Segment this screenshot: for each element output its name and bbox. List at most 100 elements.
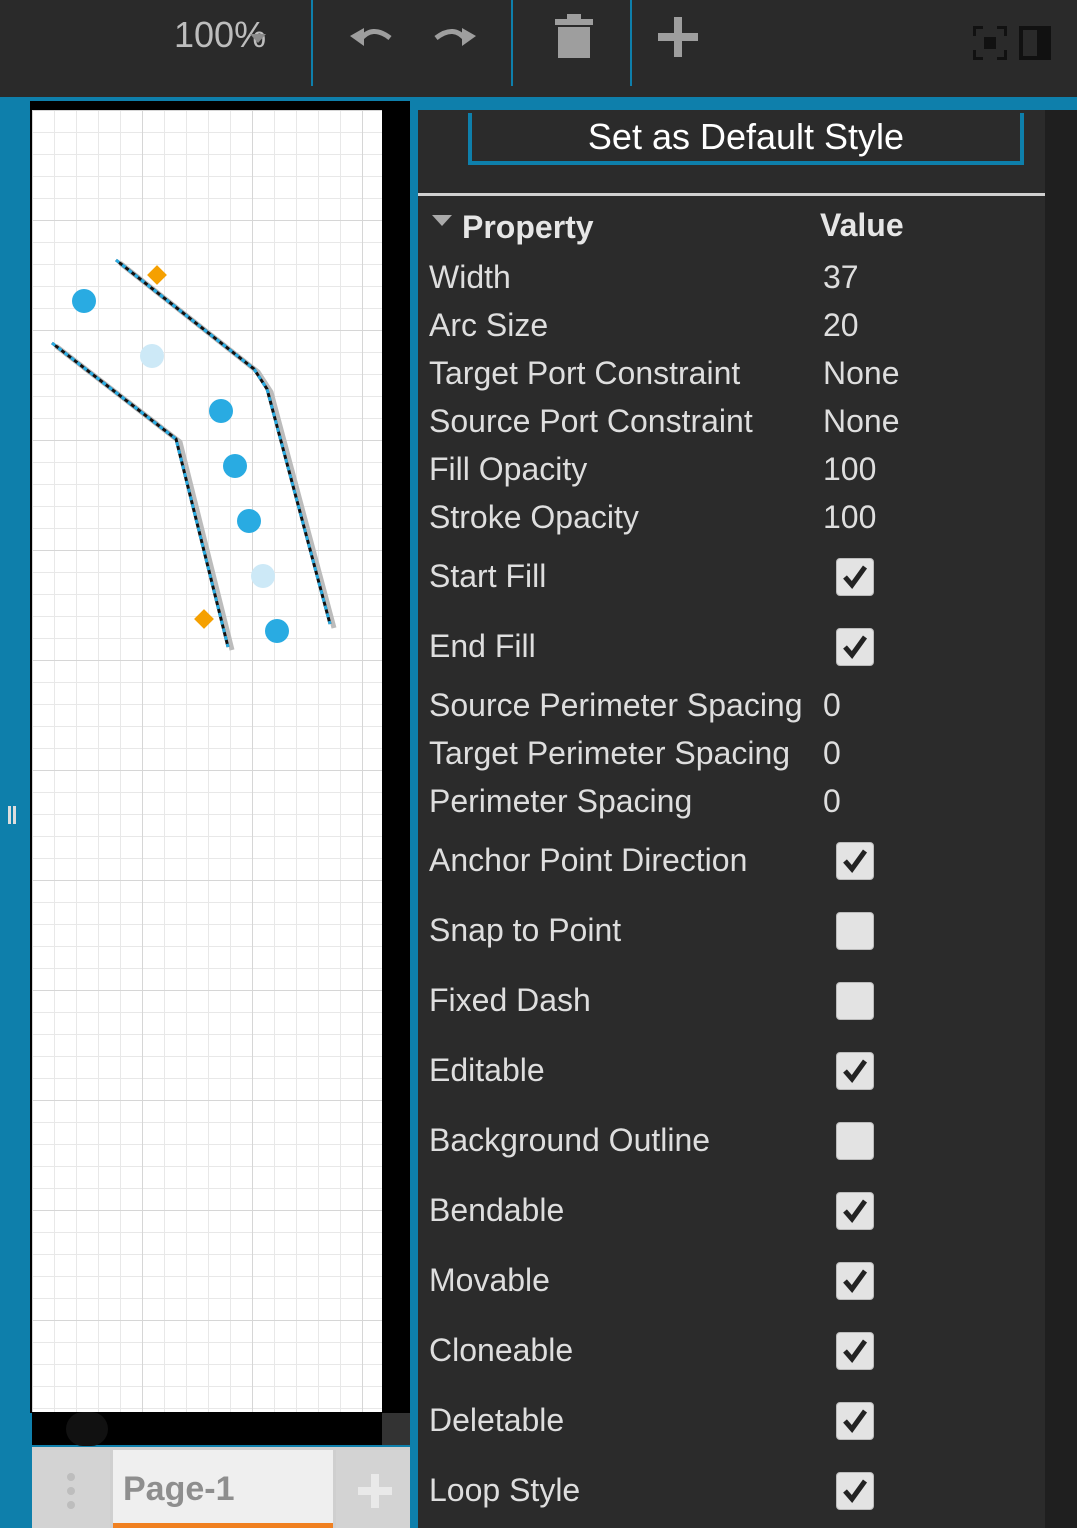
set-default-style-button[interactable]: Set as Default Style bbox=[468, 113, 1024, 165]
value-column-header[interactable]: Value bbox=[820, 207, 904, 244]
checkmark-icon bbox=[843, 1059, 868, 1084]
tab-label: Page-1 bbox=[123, 1470, 235, 1508]
edge-bend-handle[interactable] bbox=[265, 619, 289, 643]
property-value[interactable]: 0 bbox=[823, 735, 841, 772]
toolbar: 100% bbox=[0, 0, 1077, 97]
property-row: Stroke Opacity 100 bbox=[429, 499, 1039, 539]
property-value[interactable]: 0 bbox=[823, 783, 841, 820]
panel-top-border bbox=[418, 97, 1077, 110]
property-label: Target Port Constraint bbox=[429, 355, 741, 391]
zoom-dropdown-icon[interactable] bbox=[250, 34, 266, 43]
selected-edges[interactable] bbox=[32, 110, 382, 1412]
property-label: Snap to Point bbox=[429, 912, 622, 948]
property-label: Deletable bbox=[429, 1402, 565, 1438]
collapse-caret-icon[interactable] bbox=[432, 215, 452, 226]
panel-toggle-icon[interactable] bbox=[1019, 26, 1051, 60]
panel-divider bbox=[418, 193, 1045, 196]
panel-scroll-track[interactable] bbox=[1045, 110, 1077, 1528]
checkmark-icon bbox=[843, 635, 868, 660]
property-checkbox[interactable] bbox=[836, 628, 874, 666]
property-label: Fixed Dash bbox=[429, 982, 591, 1018]
horizontal-scroll-thumb[interactable] bbox=[66, 1412, 108, 1446]
scroll-corner bbox=[382, 1413, 410, 1445]
property-label: Arc Size bbox=[429, 307, 549, 343]
property-label: Source Port Constraint bbox=[429, 403, 753, 439]
vertical-scrollbar[interactable] bbox=[382, 101, 410, 1413]
property-checkbox[interactable] bbox=[836, 558, 874, 596]
edge-virtual-handle[interactable] bbox=[140, 344, 164, 368]
toolbar-divider bbox=[311, 0, 313, 86]
property-value[interactable]: 0 bbox=[823, 687, 841, 724]
checkmark-icon bbox=[843, 1479, 868, 1504]
tab-page-1[interactable]: Page-1 bbox=[113, 1450, 333, 1528]
property-value[interactable]: 100 bbox=[823, 499, 876, 536]
toolbar-divider bbox=[630, 0, 632, 86]
edge-bend-handle[interactable] bbox=[72, 289, 96, 313]
property-value[interactable]: None bbox=[823, 355, 900, 392]
edge-line[interactable] bbox=[115, 258, 332, 625]
checkmark-icon bbox=[843, 565, 868, 590]
property-row: End Fill bbox=[429, 628, 1039, 668]
edge-bend-handle[interactable] bbox=[209, 399, 233, 423]
property-row: Fill Opacity 100 bbox=[429, 451, 1039, 491]
property-checkbox[interactable] bbox=[836, 842, 874, 880]
property-row: Snap to Point bbox=[429, 912, 1039, 952]
property-checkbox[interactable] bbox=[836, 1052, 874, 1090]
property-value[interactable]: None bbox=[823, 403, 900, 440]
property-label: Cloneable bbox=[429, 1332, 574, 1368]
property-row: Target Port Constraint None bbox=[429, 355, 1039, 395]
edge-line[interactable] bbox=[51, 341, 230, 648]
property-value[interactable]: 20 bbox=[823, 307, 859, 344]
property-row: Target Perimeter Spacing 0 bbox=[429, 735, 1039, 775]
checkmark-icon bbox=[843, 1409, 868, 1434]
property-column-header[interactable]: Property bbox=[462, 209, 594, 246]
diagram-canvas[interactable] bbox=[32, 110, 382, 1412]
property-checkbox[interactable] bbox=[836, 1332, 874, 1370]
more-vertical-icon bbox=[67, 1473, 75, 1509]
edge-endpoint-handle[interactable] bbox=[147, 265, 167, 285]
property-row: Bendable bbox=[429, 1192, 1039, 1232]
undo-icon[interactable] bbox=[348, 22, 396, 52]
property-row: Source Perimeter Spacing 0 bbox=[429, 687, 1039, 727]
property-label: Bendable bbox=[429, 1192, 565, 1228]
edge-endpoint-handle[interactable] bbox=[194, 609, 214, 629]
property-value[interactable]: 100 bbox=[823, 451, 876, 488]
property-label: Stroke Opacity bbox=[429, 499, 639, 535]
property-row: Anchor Point Direction bbox=[429, 842, 1039, 882]
property-checkbox[interactable] bbox=[836, 912, 874, 950]
checkmark-icon bbox=[843, 1269, 868, 1294]
property-label: Fill Opacity bbox=[429, 451, 588, 487]
property-row: Movable bbox=[429, 1262, 1039, 1302]
edge-bend-handle[interactable] bbox=[237, 509, 261, 533]
edge-bend-handle[interactable] bbox=[223, 454, 247, 478]
property-label: Start Fill bbox=[429, 558, 547, 594]
property-checkbox[interactable] bbox=[836, 1262, 874, 1300]
property-checkbox[interactable] bbox=[836, 1472, 874, 1510]
property-value[interactable]: 37 bbox=[823, 259, 859, 296]
property-label: Background Outline bbox=[429, 1122, 711, 1158]
checkmark-icon bbox=[843, 1339, 868, 1364]
property-label: Editable bbox=[429, 1052, 545, 1088]
property-checkbox[interactable] bbox=[836, 1122, 874, 1160]
sidebar-collapse-handle[interactable] bbox=[8, 806, 16, 824]
pages-menu-button[interactable] bbox=[32, 1450, 110, 1528]
fullscreen-icon[interactable] bbox=[973, 26, 1007, 60]
property-row: Deletable bbox=[429, 1402, 1039, 1442]
checkmark-icon bbox=[843, 1199, 868, 1224]
add-icon[interactable] bbox=[658, 17, 698, 57]
property-label: Width bbox=[429, 259, 511, 295]
edge-virtual-handle[interactable] bbox=[251, 564, 275, 588]
property-row: Start Fill bbox=[429, 558, 1039, 598]
add-page-button[interactable] bbox=[336, 1450, 410, 1528]
property-row: Fixed Dash bbox=[429, 982, 1039, 1022]
toolbar-divider bbox=[511, 0, 513, 86]
redo-icon[interactable] bbox=[430, 22, 478, 52]
delete-icon[interactable] bbox=[555, 14, 593, 58]
property-checkbox[interactable] bbox=[836, 982, 874, 1020]
property-row: Source Port Constraint None bbox=[429, 403, 1039, 443]
property-checkbox[interactable] bbox=[836, 1402, 874, 1440]
active-tab-indicator bbox=[113, 1523, 333, 1528]
property-row: Editable bbox=[429, 1052, 1039, 1092]
property-label: Target Perimeter Spacing bbox=[429, 735, 791, 771]
property-checkbox[interactable] bbox=[836, 1192, 874, 1230]
